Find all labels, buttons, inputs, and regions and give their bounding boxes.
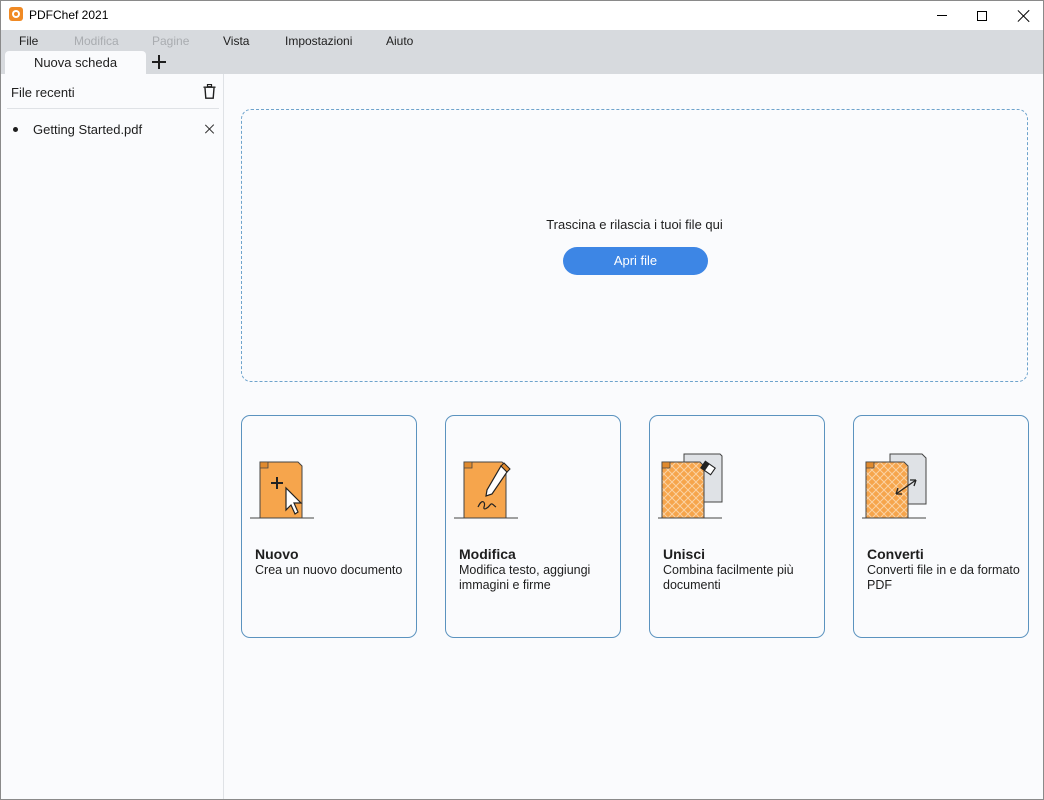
remove-recent-icon[interactable] bbox=[205, 124, 215, 134]
add-tab-icon[interactable] bbox=[151, 54, 167, 70]
card-title: Converti bbox=[867, 546, 924, 562]
card-nuovo[interactable]: Nuovo Crea un nuovo documento bbox=[241, 415, 417, 638]
minimize-icon bbox=[936, 15, 947, 16]
window-title: PDFChef 2021 bbox=[29, 8, 109, 22]
app-window: PDFChef 2021 File Modifica Pagine Vista … bbox=[0, 0, 1044, 800]
title-bar: PDFChef 2021 bbox=[1, 1, 1043, 30]
menu-modifica[interactable]: Modifica bbox=[74, 34, 119, 48]
maximize-icon bbox=[976, 10, 987, 21]
menu-file[interactable]: File bbox=[19, 34, 38, 48]
edit-document-icon bbox=[454, 461, 518, 519]
sidebar-divider bbox=[7, 108, 219, 109]
app-logo-icon bbox=[9, 7, 23, 21]
trash-icon[interactable] bbox=[203, 84, 216, 99]
tab-nuova-scheda[interactable]: Nuova scheda bbox=[5, 51, 146, 74]
menu-vista[interactable]: Vista bbox=[223, 34, 249, 48]
list-item[interactable]: Getting Started.pdf bbox=[1, 118, 223, 140]
close-window-button[interactable] bbox=[1001, 1, 1044, 30]
recent-file-name[interactable]: Getting Started.pdf bbox=[33, 122, 142, 137]
menu-bar: File Modifica Pagine Vista Impostazioni … bbox=[1, 30, 1043, 50]
card-description: Combina facilmente più documenti bbox=[663, 563, 794, 592]
new-document-icon bbox=[250, 461, 314, 519]
card-converti[interactable]: Converti Converti file in e da formato P… bbox=[853, 415, 1029, 638]
convert-document-icon bbox=[862, 453, 927, 519]
card-description: Modifica testo, aggiungi immagini e firm… bbox=[459, 563, 591, 592]
card-modifica[interactable]: Modifica Modifica testo, aggiungi immagi… bbox=[445, 415, 621, 638]
close-icon bbox=[1018, 10, 1030, 22]
menu-aiuto[interactable]: Aiuto bbox=[386, 34, 413, 48]
sidebar-heading: File recenti bbox=[11, 85, 75, 100]
card-title: Modifica bbox=[459, 546, 516, 562]
menu-pagine[interactable]: Pagine bbox=[152, 34, 189, 48]
file-drop-zone[interactable]: Trascina e rilascia i tuoi file qui Apri… bbox=[241, 109, 1028, 382]
card-unisci[interactable]: Unisci Combina facilmente più documenti bbox=[649, 415, 825, 638]
card-description: Converti file in e da formato PDF bbox=[867, 563, 1020, 592]
card-description: Crea un nuovo documento bbox=[255, 563, 403, 577]
bullet-icon bbox=[13, 127, 18, 132]
minimize-button[interactable] bbox=[919, 1, 964, 30]
drop-zone-text: Trascina e rilascia i tuoi file qui bbox=[546, 217, 723, 232]
card-title: Nuovo bbox=[255, 546, 299, 562]
open-file-button[interactable]: Apri file bbox=[563, 247, 708, 275]
recent-files-sidebar: File recenti Getting Started.pdf bbox=[1, 74, 224, 799]
card-title: Unisci bbox=[663, 546, 706, 562]
maximize-button[interactable] bbox=[959, 1, 1004, 30]
merge-documents-icon bbox=[658, 453, 723, 519]
toolbar-area: File Modifica Pagine Vista Impostazioni … bbox=[1, 30, 1043, 74]
menu-impostazioni[interactable]: Impostazioni bbox=[285, 34, 352, 48]
